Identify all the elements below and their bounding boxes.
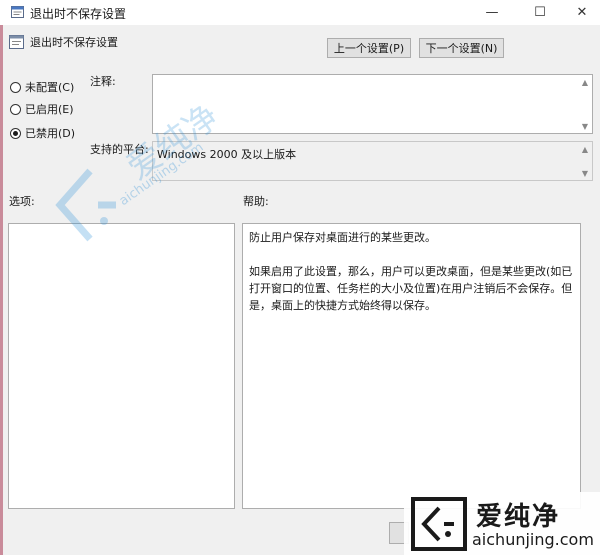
radio-disabled[interactable]: 已禁用(D) [10, 125, 75, 141]
comment-label: 注释: [90, 75, 116, 88]
minimize-button[interactable]: — [474, 0, 510, 25]
help-text: 防止用户保存对桌面进行的某些更改。 如果启用了此设置，那么，用户可以更改桌面，但… [249, 229, 579, 331]
radio-not-configured-circle[interactable] [10, 81, 21, 93]
maximize-button[interactable]: ☐ [522, 0, 558, 25]
help-paragraph: 如果启用了此设置，那么，用户可以更改桌面，但是某些更改(如已打开窗口的位置、任务… [249, 265, 573, 312]
window-title: 退出时不保存设置 [30, 7, 127, 21]
policy-setting-icon [11, 6, 24, 18]
options-label: 选项: [9, 195, 35, 208]
scroll-up-icon[interactable]: ▲ [582, 142, 588, 156]
radio-enabled-label: 已启用(E) [25, 103, 74, 116]
platform-field: Windows 2000 及以上版本 ▲ ▼ [152, 141, 593, 181]
maximize-icon: ☐ [534, 5, 546, 20]
help-label: 帮助: [243, 195, 269, 208]
platform-scrollbar[interactable]: ▲ ▼ [578, 142, 592, 180]
scroll-up-icon[interactable]: ▲ [582, 75, 588, 89]
minimize-icon: — [485, 5, 499, 20]
radio-enabled[interactable]: 已启用(E) [10, 101, 74, 117]
setting-header: 退出时不保存设置 [9, 34, 118, 50]
scroll-down-icon[interactable]: ▼ [582, 166, 588, 180]
comment-textarea[interactable]: ▲ ▼ [152, 74, 593, 134]
close-button[interactable]: ✕ [564, 0, 600, 25]
ok-button[interactable] [389, 522, 409, 544]
help-paragraph: 防止用户保存对桌面进行的某些更改。 [249, 231, 436, 244]
radio-disabled-label: 已禁用(D) [25, 127, 76, 140]
policy-setting-window: 退出时不保存设置 — ☐ ✕ 退出时不保存设置 上一个设置(P) 下一个设置(N… [0, 0, 600, 555]
close-icon: ✕ [576, 5, 588, 20]
policy-setting-icon [9, 35, 24, 49]
help-pane[interactable]: 防止用户保存对桌面进行的某些更改。 如果启用了此设置，那么，用户可以更改桌面，但… [242, 223, 581, 509]
radio-not-configured-label: 未配置(C) [25, 81, 75, 94]
comment-scrollbar[interactable]: ▲ ▼ [578, 75, 592, 133]
options-pane[interactable] [8, 223, 235, 509]
setting-name: 退出时不保存设置 [30, 36, 118, 49]
previous-setting-button[interactable]: 上一个设置(P) [327, 38, 411, 58]
radio-not-configured[interactable]: 未配置(C) [10, 79, 74, 95]
scroll-down-icon[interactable]: ▼ [582, 119, 588, 133]
window-edge [0, 0, 3, 555]
title-bar[interactable]: 退出时不保存设置 — ☐ ✕ [0, 0, 600, 25]
platform-label: 支持的平台: [90, 143, 149, 156]
radio-enabled-circle[interactable] [10, 103, 21, 115]
platform-value: Windows 2000 及以上版本 [157, 148, 297, 161]
next-setting-button[interactable]: 下一个设置(N) [419, 38, 504, 58]
corner-en-text: aichunjing.com [472, 530, 594, 549]
radio-disabled-circle[interactable] [10, 127, 21, 139]
